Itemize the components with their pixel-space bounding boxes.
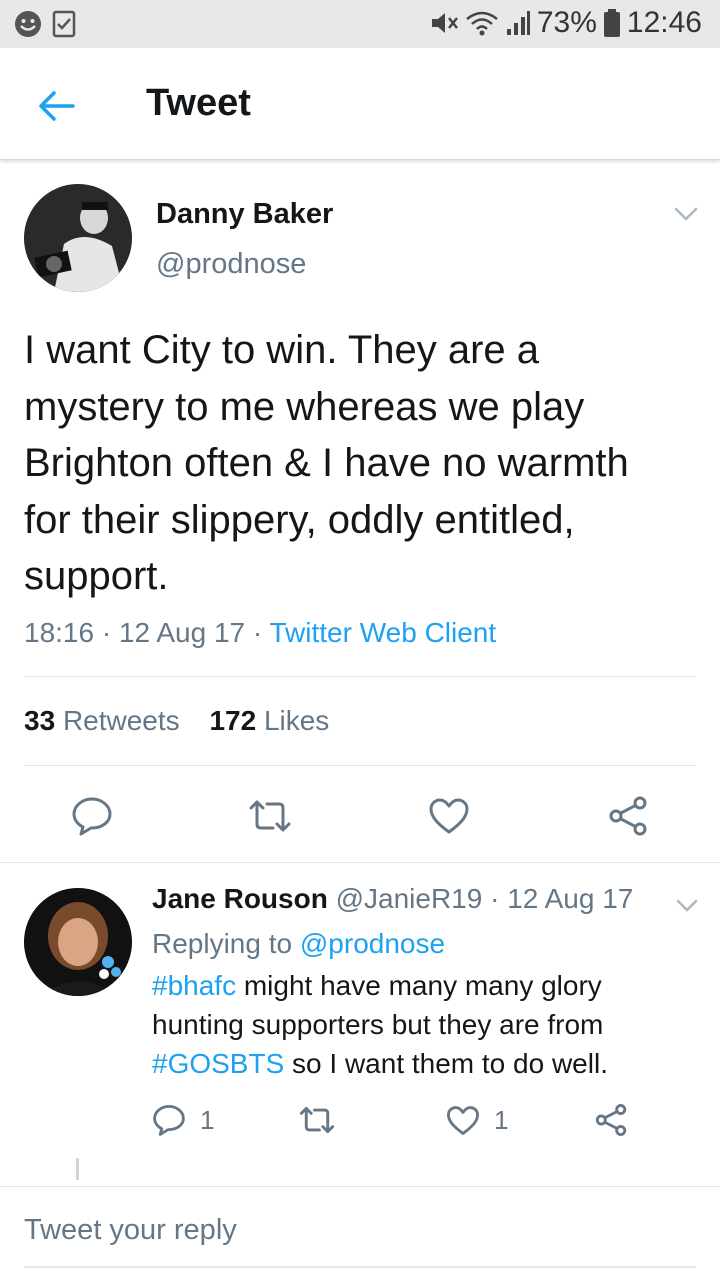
reply-icon [72,797,112,836]
reply-composer-input[interactable]: Tweet your reply [24,1214,237,1247]
reply-button[interactable] [62,788,122,844]
replying-to: Replying to @prodnose [152,928,445,960]
author-name[interactable]: Danny Baker [156,198,333,231]
battery-percent: 73% [536,6,597,39]
divider [24,765,696,766]
app-bar: Tweet [0,48,720,160]
likes-label: Likes [263,705,330,736]
checkbox-icon [52,10,76,38]
reply-text-part: so I want them to do well. [284,1048,608,1079]
reply-reply-button[interactable]: 1 [152,1098,214,1142]
thread-line [76,1158,79,1180]
replying-to-link[interactable]: @prodnose [300,928,445,959]
retweets-stat[interactable]: 33 Retweets [24,705,180,736]
retweet-button[interactable] [240,788,300,844]
reply-author-handle[interactable]: @JanieR19 [336,883,483,914]
tweet-text: I want City to win. They are a mystery t… [24,328,629,598]
reply-like-button[interactable]: 1 [446,1098,508,1142]
chevron-down-icon[interactable] [674,895,700,917]
replying-label: Replying to [152,928,293,959]
hashtag-link[interactable]: #GOSBTS [152,1048,284,1079]
reply-avatar-image [24,888,132,996]
like-count: 1 [494,1104,509,1135]
reply-avatar[interactable] [24,888,132,996]
share-icon [609,796,647,836]
hashtag-link[interactable]: #bhafc [152,970,236,1001]
page-title: Tweet [146,82,251,124]
meta-separator: · [245,617,270,648]
like-button[interactable] [419,788,479,844]
tweet-stats: 33 Retweets 172 Likes [24,705,329,737]
status-bar-right: 73% 12:46 [429,6,702,40]
meta-separator: · [94,617,119,648]
reply-retweet-button[interactable] [298,1098,336,1142]
divider [24,676,696,677]
share-button[interactable] [598,788,658,844]
composer-underline [24,1266,696,1268]
reply-count: 1 [200,1104,215,1135]
wifi-icon [466,11,498,36]
avatar-image [24,184,132,292]
back-button[interactable] [28,78,84,134]
tweet-date: 12 Aug 17 [118,617,246,648]
tweet-time: 18:16 [24,617,95,648]
avatar[interactable] [24,184,132,292]
retweet-icon [249,800,291,832]
heart-icon [429,798,469,834]
reply-icon [153,1105,185,1136]
author-handle[interactable]: @prodnose [156,248,306,281]
battery-icon [603,9,620,37]
mute-icon [431,13,458,33]
status-bar-left [14,10,76,38]
reply-header: Jane Rouson @JanieR19 · 12 Aug 17 [152,883,633,915]
likes-count: 172 [209,705,257,736]
likes-stat[interactable]: 172 Likes [209,705,329,736]
clock: 12:46 [626,6,702,39]
reply-author-name[interactable]: Jane Rouson [152,883,328,914]
tweet-meta: 18:16 · 12 Aug 17 · Twitter Web Client [24,617,496,649]
smiley-face-icon [15,11,41,37]
chevron-down-icon[interactable] [672,202,700,226]
back-arrow-icon [39,91,75,121]
tweet-source-link[interactable]: Twitter Web Client [269,617,496,648]
heart-icon [447,1105,479,1135]
reply-text: #bhafc might have many many glory huntin… [152,966,672,1083]
share-icon [595,1104,627,1136]
divider [0,1186,720,1187]
divider [0,862,720,863]
retweets-label: Retweets [62,705,180,736]
meta-separator: · [482,883,508,914]
reply-date: 12 Aug 17 [507,883,634,914]
status-bar: 73% 12:46 [0,0,720,48]
retweets-count: 33 [24,705,56,736]
signal-icon [506,11,530,35]
reply-share-button[interactable] [594,1098,628,1142]
retweet-icon [299,1106,335,1134]
